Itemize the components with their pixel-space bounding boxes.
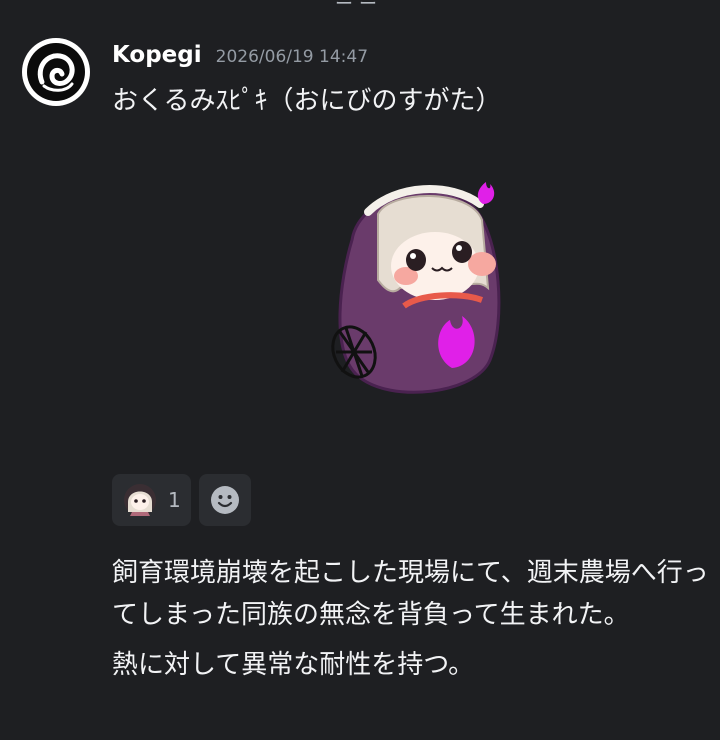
reactions-bar: 1 <box>112 474 251 526</box>
username[interactable]: Kopegi <box>112 42 202 68</box>
message-body: 飼育環境崩壊を起こした現場にて、週末農場へ行ってしまった同族の無念を背負って生ま… <box>112 552 712 686</box>
reaction-count: 1 <box>168 488 181 512</box>
add-reaction-button[interactable] <box>198 474 251 526</box>
reaction-chip[interactable]: 1 <box>112 474 191 526</box>
chat-message: Kopegi 2026/06/19 14:47 おくるみｽﾋﾟｷ（おにびのすがた… <box>0 0 720 740</box>
avatar[interactable] <box>22 38 90 106</box>
smiley-add-reaction-icon <box>210 486 239 514</box>
swaddled-character-sticker <box>331 182 501 394</box>
message-title-text: おくるみｽﾋﾟｷ（おにびのすがた） <box>112 86 502 116</box>
timestamp: 2026/06/19 14:47 <box>215 47 369 67</box>
character-emoji-icon <box>122 482 158 518</box>
message-header: Kopegi 2026/06/19 14:47 <box>112 42 368 68</box>
swirl-logo-icon <box>23 39 89 105</box>
sticker-image[interactable] <box>300 170 540 410</box>
message-paragraph: 飼育環境崩壊を起こした現場にて、週末農場へ行ってしまった同族の無念を背負って生ま… <box>112 558 709 630</box>
message-paragraph: 熱に対して異常な耐性を持つ。 <box>112 650 475 680</box>
